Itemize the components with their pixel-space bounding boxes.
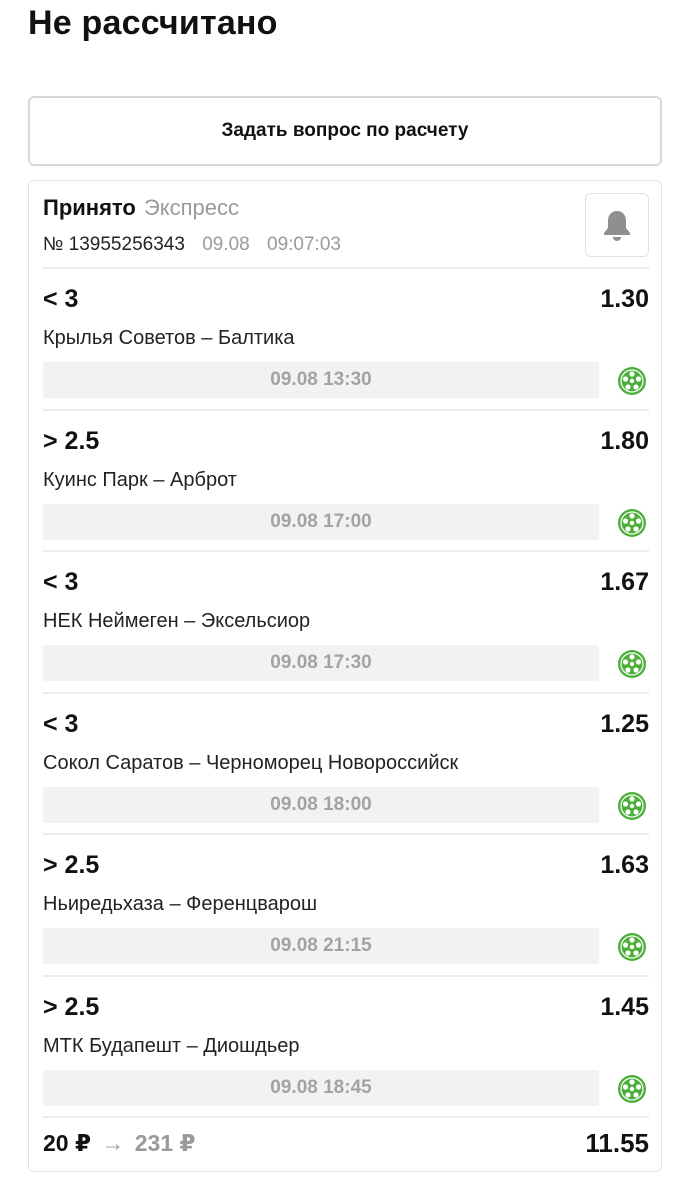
- event-start-time: 09.08 13:30: [43, 362, 599, 398]
- football-icon: [618, 650, 646, 678]
- event-row[interactable]: > 2.5 1.45 МТК Будапешт – Диошдьер 09.08…: [43, 977, 649, 1118]
- event-teams: Ньиредьхаза – Ференцварош: [43, 893, 318, 915]
- football-icon: [618, 1074, 646, 1103]
- potential-payout: 231 ₽: [134, 1130, 196, 1156]
- notification-bell-button[interactable]: [585, 193, 649, 257]
- event-odds: 1.80: [600, 426, 649, 455]
- ask-question-button[interactable]: Задать вопрос по расчету: [28, 96, 662, 166]
- football-icon: [618, 933, 646, 961]
- event-odds: 1.63: [600, 851, 649, 879]
- bet-status: Принято: [43, 195, 136, 220]
- event-odds: 1.30: [600, 285, 649, 313]
- bet-status-line: Принято Экспресс: [43, 195, 239, 221]
- event-teams: Куинс Парк – Арброт: [43, 468, 237, 491]
- events-list: < 3 1.30 Крылья Советов – Балтика 09.08 …: [43, 269, 649, 1118]
- event-odds: 1.67: [600, 568, 649, 596]
- total-odds: 11.55: [585, 1128, 649, 1158]
- event-teams: МТК Будапешт – Диошдьер: [43, 1034, 300, 1057]
- event-outcome: < 3: [43, 709, 79, 738]
- bet-number: № 13955256343: [43, 234, 185, 255]
- football-icon: [618, 508, 646, 537]
- event-odds: 1.25: [600, 709, 649, 738]
- event-teams: Сокол Саратов – Черноморец Новороссийск: [43, 751, 459, 774]
- event-start-time: 09.08 17:00: [43, 503, 599, 540]
- football-icon: [618, 367, 646, 395]
- bet-time: 09:07:03: [267, 234, 341, 255]
- event-outcome: < 3: [43, 568, 79, 596]
- bet-meta: № 13955256343 09.08 09:07:03: [43, 234, 341, 256]
- event-start-time: 09.08 18:00: [43, 786, 599, 823]
- event-start-time: 09.08 17:30: [43, 645, 599, 681]
- event-row[interactable]: > 2.5 1.63 Ньиредьхаза – Ференцварош 09.…: [43, 835, 649, 977]
- football-icon: [618, 791, 646, 820]
- bell-icon: [604, 211, 630, 241]
- event-outcome: > 2.5: [43, 851, 100, 879]
- bet-date: 09.08: [202, 234, 250, 255]
- bet-footer: 20 ₽ → 231 ₽ 11.55: [43, 1118, 649, 1168]
- arrow-right-icon: →: [101, 1130, 125, 1156]
- bet-type: Экспресс: [143, 195, 240, 220]
- event-odds: 1.45: [600, 992, 649, 1021]
- bet-card-header: Принято Экспресс № 13955256343 09.08 09:…: [43, 181, 649, 269]
- event-outcome: > 2.5: [43, 426, 100, 455]
- event-start-time: 09.08 18:45: [43, 1069, 599, 1106]
- event-row[interactable]: < 3 1.25 Сокол Саратов – Черноморец Ново…: [43, 694, 649, 835]
- event-row[interactable]: < 3 1.67 НЕК Неймеген – Эксельсиор 09.08…: [43, 552, 649, 694]
- event-row[interactable]: > 2.5 1.80 Куинс Парк – Арброт 09.08 17:…: [43, 411, 649, 552]
- stake-line: 20 ₽ → 231 ₽: [43, 1130, 196, 1157]
- page-title: Не рассчитано: [28, 4, 278, 42]
- bet-card: Принято Экспресс № 13955256343 09.08 09:…: [28, 180, 662, 1172]
- event-outcome: > 2.5: [43, 992, 100, 1021]
- stake-amount: 20 ₽: [43, 1130, 91, 1156]
- event-teams: Крылья Советов – Балтика: [43, 327, 295, 349]
- event-start-time: 09.08 21:15: [43, 928, 599, 964]
- event-outcome: < 3: [43, 285, 79, 313]
- event-row[interactable]: < 3 1.30 Крылья Советов – Балтика 09.08 …: [43, 269, 649, 411]
- event-teams: НЕК Неймеген – Эксельсиор: [43, 610, 311, 632]
